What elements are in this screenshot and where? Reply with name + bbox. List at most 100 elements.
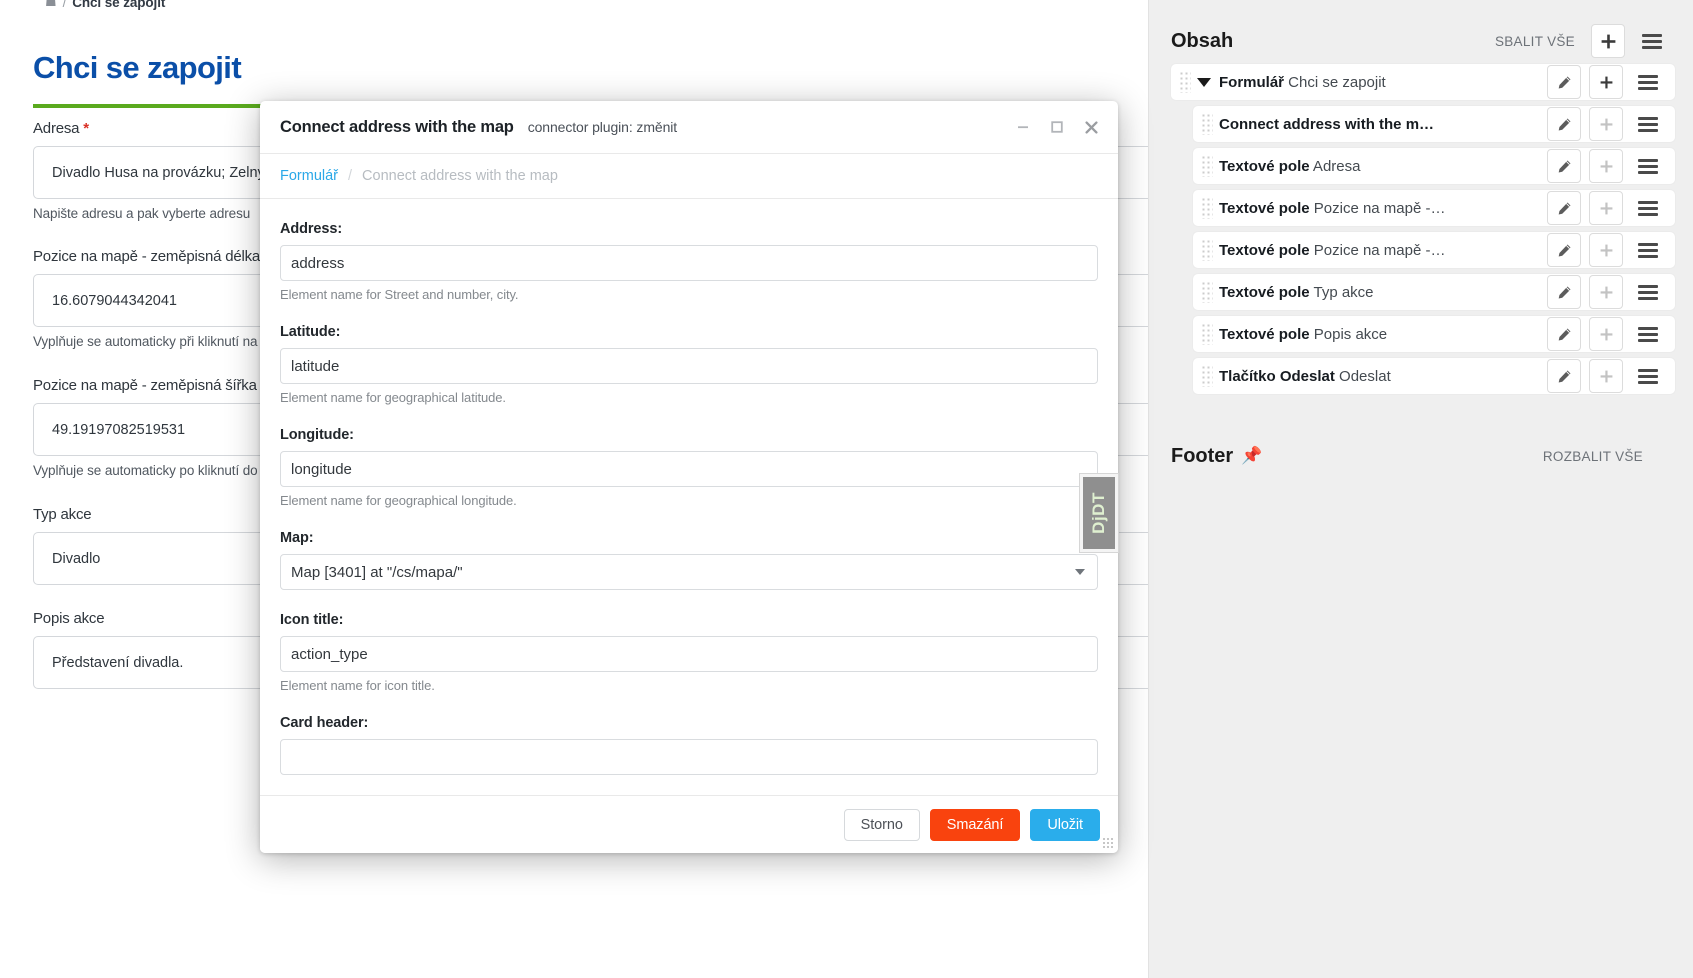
- tree-row[interactable]: Textové pole Popis akce: [1193, 316, 1675, 352]
- footer-panel-header: Footer 📌 ROZBALIT VŠE: [1149, 423, 1693, 489]
- modal-input-longitude[interactable]: longitude: [280, 451, 1098, 487]
- field-value-typ-akce: Divadlo: [52, 550, 101, 567]
- tree-row[interactable]: Textové pole Pozice na mapě -…: [1193, 190, 1675, 226]
- add-button[interactable]: [1589, 233, 1623, 267]
- tree-row[interactable]: Tlačítko Odeslat Odeslat: [1193, 358, 1675, 394]
- row-menu-button[interactable]: [1631, 107, 1665, 141]
- row-menu-button[interactable]: [1631, 191, 1665, 225]
- modal-input-card-header[interactable]: [280, 739, 1098, 775]
- row-menu-button[interactable]: [1631, 317, 1665, 351]
- tree-row-actions: [1547, 359, 1675, 393]
- breadcrumb: ☗ / Chci se zapojit: [45, 0, 165, 10]
- row-menu-button[interactable]: [1631, 233, 1665, 267]
- modal-field-icon-title: Icon title: action_type Element name for…: [280, 612, 1098, 693]
- field-value-adresa: Divadlo Husa na provázku; Zelný trh: [52, 164, 286, 181]
- modal-input-latitude[interactable]: latitude: [280, 348, 1098, 384]
- plus-icon: [1600, 160, 1612, 172]
- edit-button[interactable]: [1547, 191, 1581, 225]
- save-button[interactable]: Uložit: [1030, 808, 1100, 841]
- home-icon[interactable]: ☗: [45, 0, 57, 10]
- modal-field-longitude: Longitude: longitude Element name for ge…: [280, 427, 1098, 508]
- breadcrumb-current: Chci se zapojit: [72, 0, 166, 10]
- add-button[interactable]: [1589, 191, 1623, 225]
- tree-item-label: Textové pole Typ akce: [1219, 284, 1547, 301]
- hamburger-icon: [1638, 242, 1658, 258]
- modal-input-address[interactable]: address: [280, 245, 1098, 281]
- modal-minimize-button[interactable]: [1006, 110, 1040, 144]
- tree-row[interactable]: Textové pole Pozice na mapě -…: [1193, 232, 1675, 268]
- row-menu-button[interactable]: [1631, 149, 1665, 183]
- pencil-icon: [1558, 370, 1570, 382]
- row-menu-button[interactable]: [1631, 275, 1665, 309]
- collapse-all-button[interactable]: SBALIT VŠE: [1495, 34, 1575, 49]
- drag-handle-icon[interactable]: [1201, 365, 1213, 387]
- edit-button[interactable]: [1547, 359, 1581, 393]
- pencil-icon: [1558, 76, 1570, 88]
- tree-item-name: Typ akce: [1309, 283, 1374, 301]
- modal-select-map[interactable]: Map [3401] at "/cs/mapa/": [280, 554, 1098, 590]
- tree-row[interactable]: Formulář Chci se zapojit: [1171, 64, 1675, 100]
- add-button[interactable]: [1589, 317, 1623, 351]
- django-debug-toolbar-tab[interactable]: DjDT: [1080, 474, 1118, 552]
- tree-row[interactable]: Textové pole Adresa: [1193, 148, 1675, 184]
- cancel-button[interactable]: Storno: [843, 808, 920, 841]
- row-menu-button[interactable]: [1631, 65, 1665, 99]
- edit-button[interactable]: [1547, 65, 1581, 99]
- modal-label-icon-title: Icon title:: [280, 612, 344, 628]
- add-button[interactable]: [1589, 359, 1623, 393]
- tree-item-type: Textové pole: [1219, 199, 1310, 217]
- modal-label-card-header: Card header:: [280, 715, 369, 731]
- edit-button[interactable]: [1547, 317, 1581, 351]
- modal-breadcrumb-current: Connect address with the map: [362, 168, 558, 184]
- content-add-button[interactable]: [1591, 24, 1625, 58]
- add-button[interactable]: [1589, 107, 1623, 141]
- modal-label-map: Map:: [280, 530, 314, 546]
- add-button[interactable]: [1589, 65, 1623, 99]
- drag-handle-icon[interactable]: [1201, 113, 1213, 135]
- breadcrumb-separator: /: [62, 0, 67, 10]
- tree-item-name: Popis akce: [1309, 325, 1388, 343]
- edit-button[interactable]: [1547, 107, 1581, 141]
- modal-close-button[interactable]: [1074, 110, 1108, 144]
- drag-handle-icon[interactable]: [1201, 239, 1213, 261]
- tree-row-actions: [1547, 233, 1675, 267]
- edit-button[interactable]: [1547, 233, 1581, 267]
- modal-resize-handle[interactable]: [1102, 837, 1114, 849]
- edit-button[interactable]: [1547, 149, 1581, 183]
- add-button[interactable]: [1589, 149, 1623, 183]
- tree-row[interactable]: Textové pole Typ akce: [1193, 274, 1675, 310]
- app-root: ☗ / Chci se zapojit Chci se zapojit Adre…: [0, 0, 1693, 978]
- tree-row[interactable]: Connect address with the m…: [1193, 106, 1675, 142]
- page-title: Chci se zapojit: [33, 50, 242, 85]
- expand-all-button[interactable]: ROZBALIT VŠE: [1543, 449, 1643, 464]
- modal-maximize-button[interactable]: [1040, 110, 1074, 144]
- chevron-down-icon: [1075, 569, 1085, 575]
- modal-label-latitude: Latitude:: [280, 324, 341, 340]
- tree-row-actions: [1547, 107, 1675, 141]
- drag-handle-icon[interactable]: [1201, 197, 1213, 219]
- modal-footer: Storno Smazání Uložit: [260, 795, 1118, 853]
- minimize-icon: [1018, 126, 1028, 129]
- add-button[interactable]: [1589, 275, 1623, 309]
- drag-handle-icon[interactable]: [1201, 155, 1213, 177]
- modal-label-address: Address:: [280, 221, 343, 237]
- content-menu-button[interactable]: [1635, 24, 1669, 58]
- tree-row-actions: [1547, 149, 1675, 183]
- pin-icon[interactable]: 📌: [1241, 446, 1262, 466]
- caret-down-icon[interactable]: [1197, 77, 1211, 87]
- content-panel-title: Obsah: [1171, 29, 1234, 52]
- drag-handle-icon[interactable]: [1179, 71, 1191, 93]
- hamburger-icon: [1638, 158, 1658, 174]
- modal-breadcrumb-root[interactable]: Formulář: [280, 168, 338, 184]
- connect-address-modal: Connect address with the map connector p…: [260, 101, 1118, 853]
- delete-button[interactable]: Smazání: [929, 808, 1021, 841]
- footer-panel-title: Footer 📌: [1171, 445, 1262, 468]
- modal-input-icon-title[interactable]: action_type: [280, 636, 1098, 672]
- modal-help-longitude: Element name for geographical longitude.: [280, 493, 517, 508]
- row-menu-button[interactable]: [1631, 359, 1665, 393]
- edit-button[interactable]: [1547, 275, 1581, 309]
- modal-titlebar[interactable]: Connect address with the map connector p…: [260, 101, 1118, 153]
- tree-item-name: Chci se zapojit: [1284, 73, 1386, 91]
- drag-handle-icon[interactable]: [1201, 281, 1213, 303]
- drag-handle-icon[interactable]: [1201, 323, 1213, 345]
